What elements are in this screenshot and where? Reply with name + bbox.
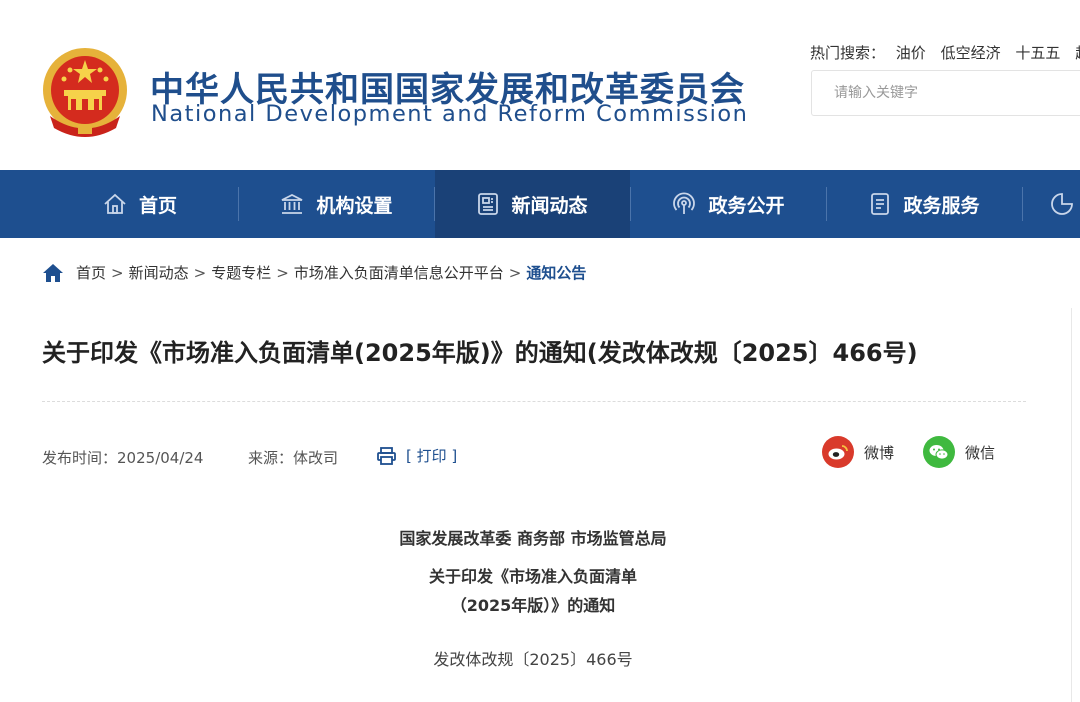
title-divider (42, 401, 1026, 402)
source-value: 体改司 (293, 449, 339, 467)
publish-time: 发布时间：2025/04/24 (42, 447, 203, 468)
site-header: 中华人民共和国国家发展和改革委员会 National Development a… (0, 0, 1080, 170)
breadcrumb: 首页 > 新闻动态 > 专题专栏 > 市场准入负面清单信息公开平台 > 通知公告 (42, 262, 586, 283)
breadcrumb-separator: > (276, 263, 289, 282)
main-nav: 首页 机构设置 新闻动态 政务公开 政务服务 (0, 170, 1080, 238)
print-button[interactable]: [ 打印 ] (377, 445, 457, 466)
hot-keyword-link[interactable]: 超长 (1075, 44, 1080, 62)
document-heading-line2: （2025年版）》的通知 (450, 596, 616, 615)
breadcrumb-separator: > (508, 263, 522, 282)
hot-search-label: 热门搜索： (810, 44, 886, 62)
hot-keyword-link[interactable]: 低空经济 (941, 44, 1001, 62)
breadcrumb-link-news[interactable]: 新闻动态 (129, 262, 189, 283)
nav-item-label: 新闻动态 (511, 194, 588, 217)
news-icon (478, 193, 499, 215)
nav-item-institutions[interactable]: 机构设置 (239, 170, 434, 238)
printer-icon (377, 446, 396, 465)
source: 来源：体改司 (248, 447, 338, 468)
share-wechat-label: 微信 (965, 443, 996, 462)
breadcrumb-link-platform[interactable]: 市场准入负面清单信息公开平台 (294, 262, 504, 283)
nav-item-label: 政务服务 (903, 194, 980, 217)
document-icon (871, 193, 890, 215)
publish-date: 2025/04/24 (117, 449, 204, 467)
document-number: 发改体改规〔2025〕466号 (433, 650, 633, 669)
nav-item-news[interactable]: 新闻动态 (435, 170, 630, 238)
nav-item-label: 首页 (138, 194, 177, 217)
share-wechat-button[interactable]: 微信 (923, 436, 995, 468)
page-title: 关于印发《市场准入负面清单(2025年版)》的通知(发改体改规〔2025〕466… (42, 339, 918, 367)
nav-item-more[interactable] (1050, 170, 1080, 238)
hot-keyword-link[interactable]: 十五五 (1015, 44, 1060, 62)
nav-item-label: 政务公开 (708, 194, 785, 217)
print-label: [ 打印 ] (406, 447, 458, 465)
source-label: 来源： (248, 449, 294, 467)
search-box (811, 70, 1080, 116)
issuing-agencies: 国家发展改革委 商务部 市场监管总局 (399, 529, 667, 548)
nav-item-gov-services[interactable]: 政务服务 (827, 170, 1022, 238)
nav-item-gov-affairs[interactable]: 政务公开 (631, 170, 826, 238)
wechat-icon (923, 436, 955, 468)
institution-icon (282, 193, 303, 214)
nav-divider (1022, 187, 1023, 221)
pie-chart-icon (1051, 193, 1073, 215)
breadcrumb-separator: > (193, 263, 207, 282)
nav-item-home[interactable]: 首页 (42, 170, 238, 238)
breadcrumb-link-home[interactable]: 首页 (76, 262, 106, 283)
home-icon (104, 193, 126, 214)
home-icon[interactable] (42, 263, 64, 283)
document-heading-line1: 关于印发《市场准入负面清单 (428, 567, 637, 586)
publish-time-label: 发布时间： (42, 449, 118, 467)
weibo-icon (822, 436, 854, 468)
site-title-en[interactable]: National Development and Reform Commissi… (151, 101, 748, 127)
share-weibo-button[interactable]: 微博 (822, 436, 894, 468)
breadcrumb-separator: > (111, 263, 124, 282)
breadcrumb-link-topics[interactable]: 专题专栏 (211, 262, 271, 283)
content-border (1071, 308, 1072, 702)
hot-search: 热门搜索： 油价 低空经济 十五五 超长 (810, 42, 1080, 63)
hot-keyword-link[interactable]: 油价 (896, 44, 926, 62)
nav-item-label: 机构设置 (316, 194, 393, 217)
breadcrumb-current[interactable]: 通知公告 (526, 262, 586, 283)
search-input[interactable] (812, 71, 1080, 115)
share-weibo-label: 微博 (864, 443, 895, 462)
broadcast-icon (673, 192, 696, 214)
national-emblem-icon[interactable] (40, 46, 130, 140)
